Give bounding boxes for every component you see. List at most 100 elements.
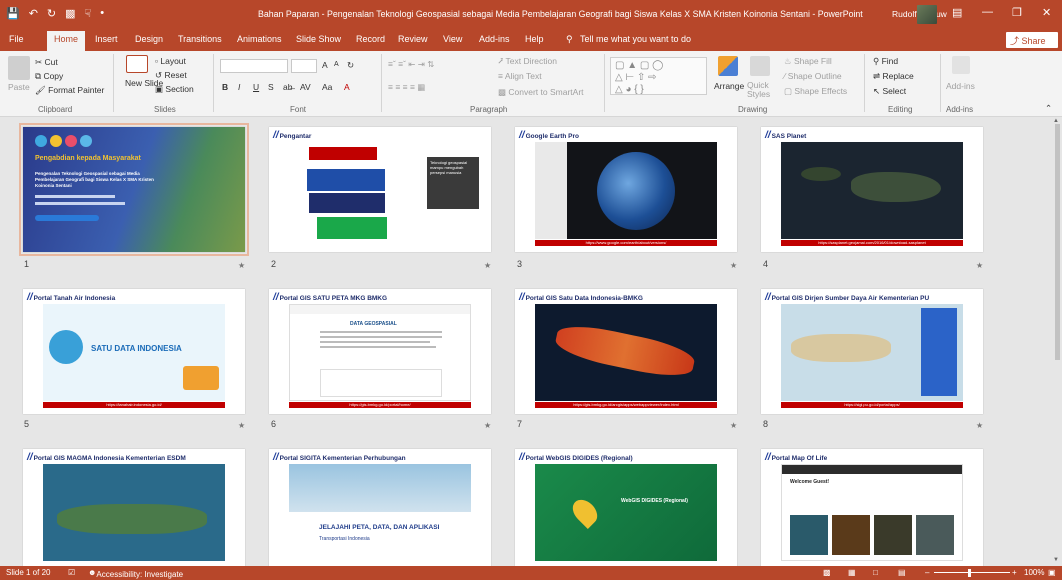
- text-box: [317, 217, 387, 239]
- underline-button[interactable]: U: [253, 82, 259, 92]
- shape-fill-button[interactable]: ♨ Shape Fill: [784, 56, 832, 67]
- arrange-icon[interactable]: [718, 56, 738, 76]
- tab-file[interactable]: File: [9, 34, 24, 44]
- format-painter-button[interactable]: 🖌 Format Painter: [35, 85, 104, 96]
- convert-smartart-button[interactable]: ▩ Convert to SmartArt: [498, 87, 584, 98]
- spellcheck-icon[interactable]: ☑: [68, 568, 75, 577]
- slide-thumbnail-1[interactable]: Pengabdian kepada Masyarakat Pengenalan …: [19, 123, 249, 256]
- slide-thumbnail-4[interactable]: //SAS Planet https://sasplanet.geojamal.…: [761, 127, 983, 252]
- slide-thumbnail-6[interactable]: //Portal GIS SATU PETA MKG BMKG DATA GEO…: [269, 289, 491, 414]
- reading-view-icon[interactable]: □: [873, 568, 878, 577]
- arrange-button[interactable]: Arrange: [714, 81, 744, 91]
- bullets-icon[interactable]: ≡ˇ ≡ˇ ⇤ ⇥ ⇅: [388, 59, 434, 70]
- paste-label[interactable]: Paste: [8, 82, 30, 92]
- char-spacing-icon[interactable]: AV: [300, 82, 311, 92]
- slide-thumbnail-5[interactable]: //Portal Tanah Air Indonesia SATU DATA I…: [23, 289, 245, 414]
- new-slide-icon[interactable]: [126, 55, 148, 73]
- undo-icon[interactable]: ↶: [29, 7, 38, 20]
- shape-outline-button[interactable]: ∕ Shape Outline: [784, 71, 842, 81]
- touch-icon[interactable]: ☟: [85, 7, 92, 20]
- add-ins-button[interactable]: Add-ins: [946, 81, 975, 91]
- redo-icon[interactable]: ↻: [47, 7, 56, 20]
- shapes-gallery[interactable]: ▢ ▲ ▢ ◯ △ ⊢ ⇧ ⇨ △ ◕ { }: [610, 57, 707, 95]
- present-icon[interactable]: ▩: [65, 7, 75, 20]
- cut-button[interactable]: ✂ Cut: [35, 57, 58, 68]
- maximize-icon[interactable]: ❐: [1012, 6, 1022, 19]
- avatar[interactable]: [917, 5, 937, 24]
- tab-slide-show[interactable]: Slide Show: [296, 34, 341, 44]
- text-line: [320, 331, 442, 333]
- shadow-button[interactable]: S: [268, 82, 274, 92]
- tab-view[interactable]: View: [443, 34, 462, 44]
- slide-thumbnail-11[interactable]: //Portal WebGIS DIGIDES (Regional) WebGI…: [515, 449, 737, 574]
- tab-home[interactable]: Home: [47, 31, 86, 51]
- find-button[interactable]: ⚲ Find: [873, 56, 898, 67]
- zoom-level[interactable]: 100%: [1024, 568, 1044, 577]
- section-button[interactable]: ▣ Section: [155, 84, 194, 95]
- slide-thumbnail-8[interactable]: //Portal GIS Dirjen Sumber Daya Air Keme…: [761, 289, 983, 414]
- close-icon[interactable]: ✕: [1042, 6, 1051, 19]
- zoom-out-icon[interactable]: –: [925, 568, 929, 577]
- clear-format-icon[interactable]: ↻: [347, 60, 354, 71]
- italic-button[interactable]: I: [238, 82, 240, 92]
- collapse-ribbon-icon[interactable]: ⌃: [1045, 103, 1052, 114]
- grow-font-button[interactable]: A: [322, 60, 328, 70]
- tell-me-input[interactable]: Tell me what you want to do: [580, 34, 691, 44]
- align-icons[interactable]: ≡ ≡ ≡ ≡ ▦: [388, 82, 425, 93]
- replace-button[interactable]: ⇌ Replace: [873, 71, 914, 82]
- text-direction-button[interactable]: ⭷ Text Direction: [498, 56, 557, 70]
- copy-button[interactable]: ⧉ Copy: [35, 71, 63, 82]
- slide-heading: Welcome Guest!: [790, 479, 830, 485]
- layout-button[interactable]: ▫ Layout: [155, 56, 186, 66]
- reset-button[interactable]: ↺ Reset: [155, 70, 187, 81]
- shape-effects-button[interactable]: ▢ Shape Effects: [784, 86, 847, 97]
- tab-add-ins[interactable]: Add-ins: [479, 34, 510, 44]
- share-button[interactable]: ⤴ Share: [1006, 32, 1058, 48]
- quick-styles-icon[interactable]: [750, 56, 770, 76]
- tab-review[interactable]: Review: [398, 34, 428, 44]
- font-color-icon[interactable]: A: [344, 82, 350, 92]
- tab-help[interactable]: Help: [525, 34, 544, 44]
- fit-window-icon[interactable]: ▣: [1048, 568, 1056, 577]
- ribbon-display-icon[interactable]: ▤: [952, 6, 962, 19]
- bold-button[interactable]: B: [222, 82, 228, 92]
- tab-insert[interactable]: Insert: [95, 34, 118, 44]
- slide-thumbnail-10[interactable]: //Portal SIGITA Kementerian Perhubungan …: [269, 449, 491, 574]
- map-pin-icon: [568, 495, 602, 529]
- scrollbar-thumb[interactable]: [1055, 124, 1060, 360]
- font-name-input[interactable]: [220, 59, 288, 73]
- zoom-slider-thumb[interactable]: [968, 569, 971, 577]
- slide-thumbnail-12[interactable]: //Portal Map Of Life Welcome Guest!: [761, 449, 983, 574]
- transition-star-icon: ★: [238, 421, 246, 430]
- slide-thumbnail-3[interactable]: //Google Earth Pro https://www.google.co…: [515, 127, 737, 252]
- slide-sorter-view-icon[interactable]: ▦: [848, 568, 856, 577]
- font-size-input[interactable]: [291, 59, 317, 73]
- scroll-up-icon[interactable]: ▲: [1053, 118, 1059, 124]
- customize-icon[interactable]: •: [100, 7, 104, 20]
- minimize-icon[interactable]: —: [982, 6, 993, 18]
- align-text-button[interactable]: ≡ Align Text: [498, 71, 542, 81]
- shrink-font-button[interactable]: A: [334, 61, 339, 68]
- quick-styles-button[interactable]: Quick Styles: [747, 81, 779, 99]
- slide-thumbnail-9[interactable]: //Portal GIS MAGMA Indonesia Kementerian…: [23, 449, 245, 574]
- change-case-button[interactable]: Aa: [322, 82, 332, 92]
- normal-view-icon[interactable]: ▩: [823, 568, 831, 577]
- accessibility-status[interactable]: ☻ Accessibility: Investigate: [88, 568, 183, 579]
- paste-icon[interactable]: [8, 56, 30, 80]
- scroll-down-icon[interactable]: ▼: [1053, 557, 1059, 563]
- zoom-slider[interactable]: [934, 572, 1010, 573]
- text-line: [320, 336, 442, 338]
- slide-thumbnail-2[interactable]: //Pengantar Teknologi geospasial mampu m…: [269, 127, 491, 252]
- add-ins-icon[interactable]: [952, 56, 970, 74]
- zoom-in-icon[interactable]: +: [1012, 568, 1017, 577]
- select-button[interactable]: ↖ Select: [873, 86, 906, 97]
- strikethrough-icon[interactable]: ab̶: [283, 82, 292, 92]
- save-icon[interactable]: 💾: [6, 7, 20, 20]
- tab-record[interactable]: Record: [356, 34, 385, 44]
- slide-show-view-icon[interactable]: ▤: [898, 568, 906, 577]
- tab-transitions[interactable]: Transitions: [178, 34, 222, 44]
- slide-thumbnail-7[interactable]: //Portal GIS Satu Data Indonesia-BMKG ht…: [515, 289, 737, 414]
- slide-number: 7: [517, 419, 523, 429]
- tab-animations[interactable]: Animations: [237, 34, 282, 44]
- tab-design[interactable]: Design: [135, 34, 163, 44]
